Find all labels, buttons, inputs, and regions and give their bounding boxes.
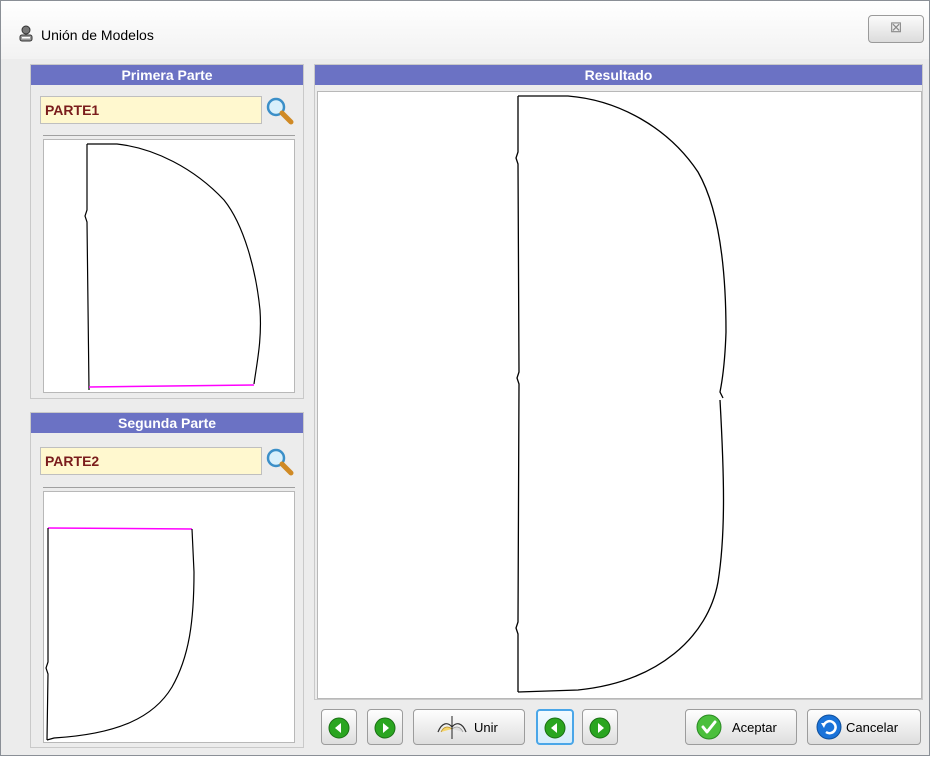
- magnifier-icon[interactable]: [264, 95, 294, 125]
- join-icon: [437, 716, 467, 739]
- segunda-parte-preview: [43, 491, 295, 743]
- separator: [43, 487, 295, 488]
- close-button[interactable]: ⊠: [868, 15, 924, 43]
- segunda-parte-field[interactable]: PARTE2: [40, 447, 262, 475]
- user-group-icon: [19, 25, 33, 42]
- cancelar-label: Cancelar: [846, 720, 899, 735]
- arrow-right-circle-icon: [374, 717, 396, 739]
- cancelar-button[interactable]: Cancelar: [807, 709, 921, 745]
- unir-button[interactable]: Unir: [413, 709, 525, 745]
- segunda-parte-panel: Segunda Parte PARTE2: [30, 412, 304, 748]
- primera-parte-header: Primera Parte: [31, 65, 303, 85]
- undo-circle-icon: [816, 714, 842, 740]
- primera-parte-shape: [84, 143, 262, 391]
- arrow-right-circle-icon: [589, 717, 611, 739]
- window-title: Unión de Modelos: [41, 27, 154, 43]
- primera-parte-preview: [43, 139, 295, 393]
- arrow-left-circle-icon: [328, 717, 350, 739]
- primera-parte-field[interactable]: PARTE1: [40, 96, 262, 124]
- next-result-button[interactable]: [582, 709, 618, 745]
- resultado-preview: [317, 91, 922, 699]
- dialog-window: Unión de Modelos ⊠ Primera Parte PARTE1 …: [0, 0, 930, 756]
- title-bar[interactable]: Unión de Modelos ⊠: [1, 1, 929, 59]
- segunda-parte-shape: [45, 527, 195, 741]
- aceptar-label: Aceptar: [732, 720, 777, 735]
- magnifier-icon[interactable]: [264, 446, 294, 476]
- unir-label: Unir: [474, 720, 498, 735]
- primera-parte-panel: Primera Parte PARTE1: [30, 64, 304, 399]
- arrow-left-circle-icon: [544, 717, 566, 739]
- next-button[interactable]: [367, 709, 403, 745]
- check-circle-icon: [696, 714, 722, 740]
- resultado-header: Resultado: [315, 65, 922, 85]
- segunda-parte-header: Segunda Parte: [31, 413, 303, 433]
- previous-result-button[interactable]: [536, 709, 574, 745]
- resultado-shape: [515, 95, 727, 693]
- separator: [43, 135, 295, 136]
- aceptar-button[interactable]: Aceptar: [685, 709, 797, 745]
- resultado-panel: Resultado: [314, 64, 923, 700]
- previous-button[interactable]: [321, 709, 357, 745]
